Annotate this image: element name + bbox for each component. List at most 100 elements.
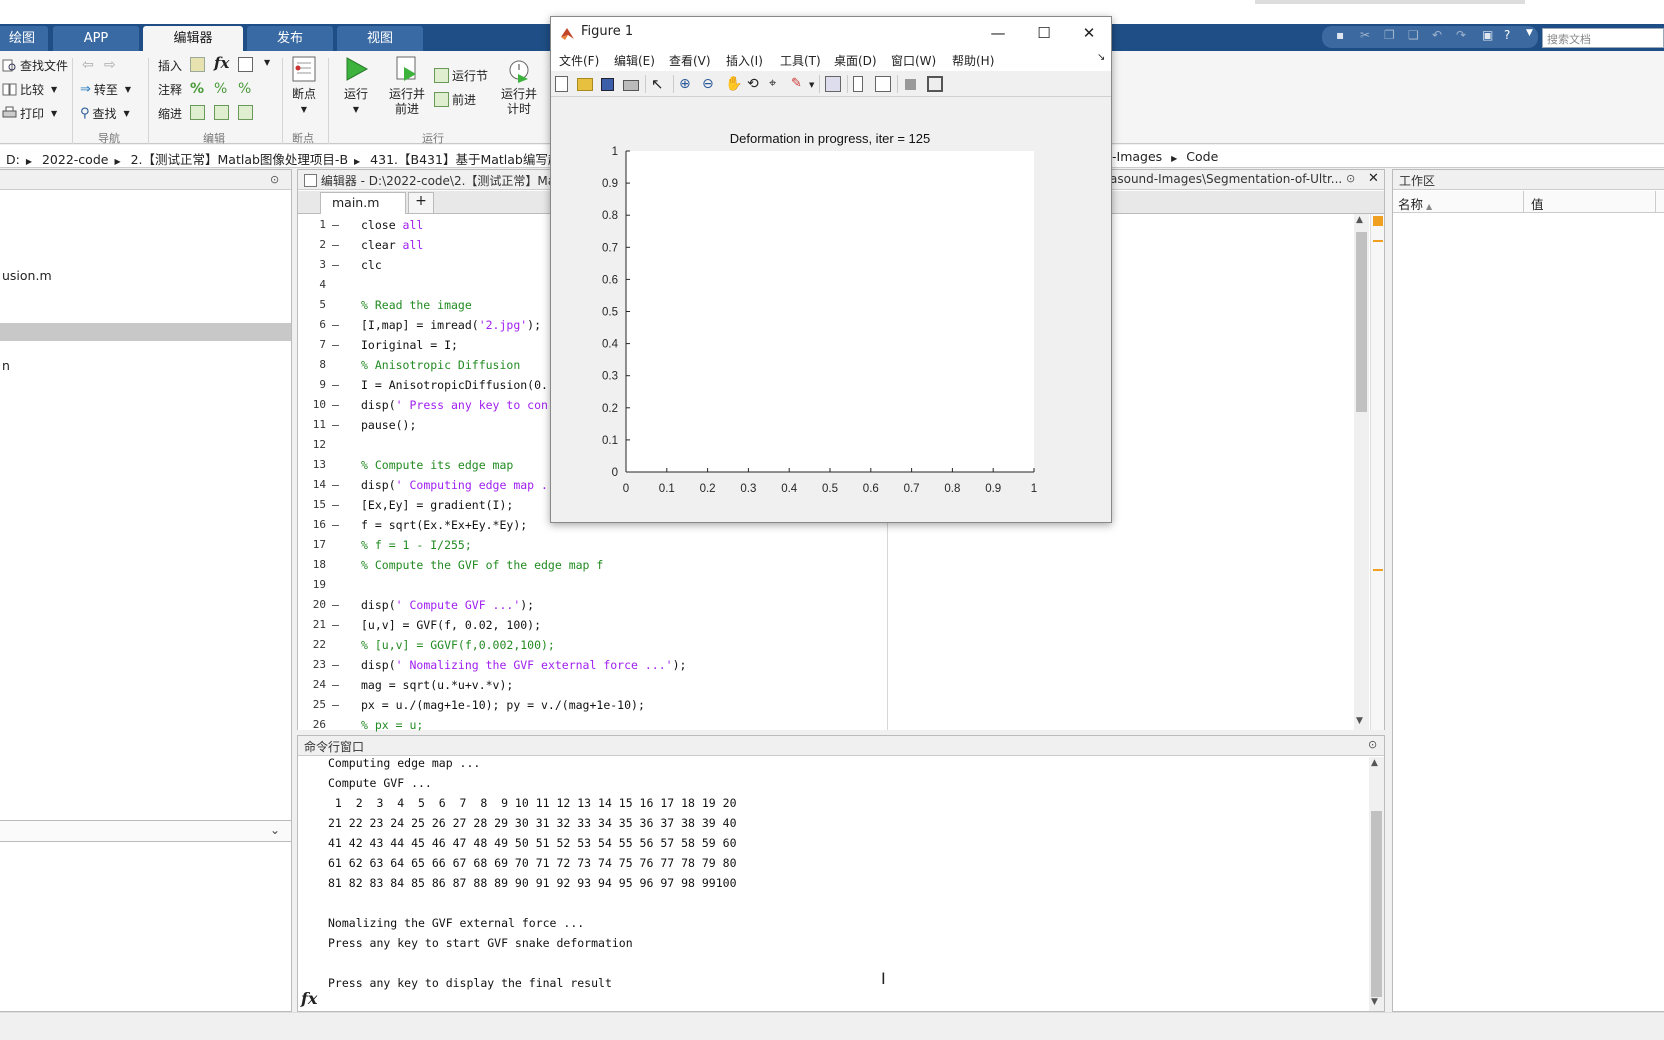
figure-canvas[interactable]: Deformation in progress, iter = 125 0 0.1 0… — [551, 97, 1111, 522]
line-number[interactable]: 25 — [298, 695, 326, 715]
comment-button[interactable]: 注释 — [158, 81, 182, 98]
code-text[interactable]: % Compute its edge map — [361, 455, 513, 475]
run-button[interactable]: 运行 ▼ — [338, 55, 374, 117]
breakpoint-dash-marker[interactable]: – — [332, 695, 339, 715]
breakpoint-dash-marker[interactable]: – — [332, 475, 339, 495]
column-header-value[interactable]: 值 — [1531, 194, 1544, 213]
save-icon[interactable] — [601, 78, 614, 91]
insert-function-icon[interactable]: fx — [214, 54, 229, 72]
file-item-selected[interactable] — [0, 323, 291, 341]
redo-icon[interactable]: ↷ — [1456, 28, 1471, 43]
run-and-advance-button[interactable]: 运行并 前进 — [386, 55, 428, 117]
breadcrumb-drive[interactable]: D: — [6, 152, 20, 167]
tab-plots[interactable]: 绘图 — [0, 26, 48, 51]
column-header-name[interactable]: 名称 ▲ — [1398, 194, 1432, 213]
line-number[interactable]: 10 — [298, 395, 326, 415]
scroll-up-icon[interactable]: ▲ — [1371, 758, 1378, 768]
undo-icon[interactable]: ↶ — [1432, 28, 1447, 43]
breakpoint-dash-marker[interactable]: – — [332, 335, 339, 355]
fx-prompt-icon[interactable]: fx — [301, 989, 317, 1008]
breakpoint-dash-marker[interactable]: – — [332, 255, 339, 275]
hide-plot-tools-icon[interactable] — [905, 79, 916, 90]
save-icon[interactable]: ▪ — [1336, 28, 1351, 43]
code-text[interactable]: % Read the image — [361, 295, 472, 315]
tab-editor[interactable]: 编辑器 — [143, 26, 243, 51]
details-panel-bar[interactable]: ⌄ — [0, 820, 291, 842]
new-figure-icon[interactable] — [555, 76, 568, 92]
line-number[interactable]: 12 — [298, 435, 326, 455]
zoom-out-icon[interactable]: ⊖ — [702, 76, 718, 92]
find-files-button[interactable]: 查找文件 — [2, 57, 68, 74]
column-divider[interactable] — [1655, 191, 1656, 213]
code-text[interactable]: [I,map] = imread('2.jpg'); — [361, 315, 541, 335]
insert-code-icon[interactable] — [238, 57, 253, 72]
code-text[interactable]: f = sqrt(Ex.*Ex+Ey.*Ey); — [361, 515, 527, 535]
line-number[interactable]: 15 — [298, 495, 326, 515]
line-number[interactable]: 8 — [298, 355, 326, 375]
compare-button[interactable]: 比较 ▼ — [2, 81, 57, 98]
code-text[interactable]: [u,v] = GVF(f, 0.02, 100); — [361, 615, 541, 635]
menu-edit[interactable]: 编辑(E) — [614, 52, 655, 69]
insert-button[interactable]: 插入 — [158, 57, 182, 74]
breadcrumb-tail[interactable]: -Images ▶ Code — [1112, 149, 1219, 164]
code-text[interactable]: clc — [361, 255, 382, 275]
chevron-down-icon[interactable]: ⌄ — [270, 823, 280, 837]
show-plot-tools-icon[interactable] — [927, 76, 943, 92]
paste-icon[interactable]: ❏ — [1408, 28, 1423, 43]
code-text[interactable]: [Ex,Ey] = gradient(I); — [361, 495, 513, 515]
code-text[interactable]: % Anisotropic Diffusion — [361, 355, 520, 375]
analyzer-warning-mark[interactable] — [1373, 240, 1383, 242]
code-text[interactable]: Ioriginal = I; — [361, 335, 458, 355]
line-number[interactable]: 19 — [298, 575, 326, 595]
file-item[interactable]: usion.m — [0, 267, 291, 285]
uncomment-icon[interactable]: % — [214, 81, 227, 97]
breakpoint-dash-marker[interactable]: – — [332, 315, 339, 335]
line-number[interactable]: 24 — [298, 675, 326, 695]
code-text[interactable]: % [u,v] = GGVF(f,0.002,100); — [361, 635, 555, 655]
forward-arrow-icon[interactable]: ⇨ — [104, 57, 116, 73]
pointer-icon[interactable]: ↖ — [651, 76, 667, 92]
line-number[interactable]: 16 — [298, 515, 326, 535]
window-switch-icon[interactable]: ▣ — [1482, 28, 1497, 43]
run-section-button[interactable]: 运行节 — [434, 67, 488, 84]
open-folder-icon[interactable] — [577, 78, 593, 91]
code-text[interactable]: clear all — [361, 235, 423, 255]
dock-arrow-icon[interactable]: ↘ — [1097, 52, 1105, 63]
line-number[interactable]: 23 — [298, 655, 326, 675]
maximize-button[interactable]: ☐ — [1031, 21, 1057, 45]
close-button[interactable]: ✕ — [1076, 21, 1102, 45]
breakpoint-dash-marker[interactable]: – — [332, 595, 339, 615]
tab-publish[interactable]: 发布 — [247, 26, 333, 51]
line-number[interactable]: 18 — [298, 555, 326, 575]
code-text[interactable]: % f = 1 - I/255; — [361, 535, 472, 555]
workspace-body[interactable] — [1393, 191, 1664, 1011]
analyzer-warning-mark[interactable] — [1373, 569, 1383, 571]
code-text[interactable]: mag = sqrt(u.*u+v.*v); — [361, 675, 513, 695]
code-text[interactable]: I = AnisotropicDiffusion(0. — [361, 375, 548, 395]
line-number[interactable]: 9 — [298, 375, 326, 395]
print-button[interactable]: 打印 ▼ — [2, 105, 57, 122]
breakpoint-dash-marker[interactable]: – — [332, 615, 339, 635]
panel-menu-icon[interactable]: ⊙ — [1346, 172, 1355, 185]
indent-button[interactable]: 缩进 — [158, 105, 182, 122]
menu-tools[interactable]: 工具(T) — [780, 52, 821, 69]
back-arrow-icon[interactable]: ⇦ — [82, 57, 94, 73]
command-scroll-thumb[interactable] — [1371, 811, 1382, 997]
panel-menu-icon[interactable]: ⊙ — [1368, 738, 1377, 751]
figure-window[interactable]: Figure 1 — ☐ ✕ 文件(F) 编辑(E) 查看(V) 插入(I) 工… — [550, 16, 1112, 523]
copy-icon[interactable]: ❐ — [1384, 28, 1399, 43]
goto-button[interactable]: ⇒ 转至 ▼ — [80, 81, 131, 98]
line-number[interactable]: 13 — [298, 455, 326, 475]
command-scrollbar[interactable]: ▲ ▼ — [1369, 757, 1384, 1011]
line-number[interactable]: 17 — [298, 535, 326, 555]
code-text[interactable]: disp(' Computing edge map . — [361, 475, 548, 495]
breadcrumb-folder[interactable]: 2022-code — [42, 152, 108, 167]
colorbar-icon[interactable] — [853, 76, 863, 92]
breakpoint-dash-marker[interactable]: – — [332, 415, 339, 435]
code-text[interactable]: pause(); — [361, 415, 416, 435]
tab-view[interactable]: 视图 — [337, 26, 423, 51]
find-button[interactable]: ⚲ 查找 ▼ — [80, 105, 130, 122]
insert-section-icon[interactable] — [190, 57, 205, 72]
breadcrumb-folder[interactable]: Code — [1186, 149, 1218, 164]
menu-insert[interactable]: 插入(I) — [726, 52, 763, 69]
